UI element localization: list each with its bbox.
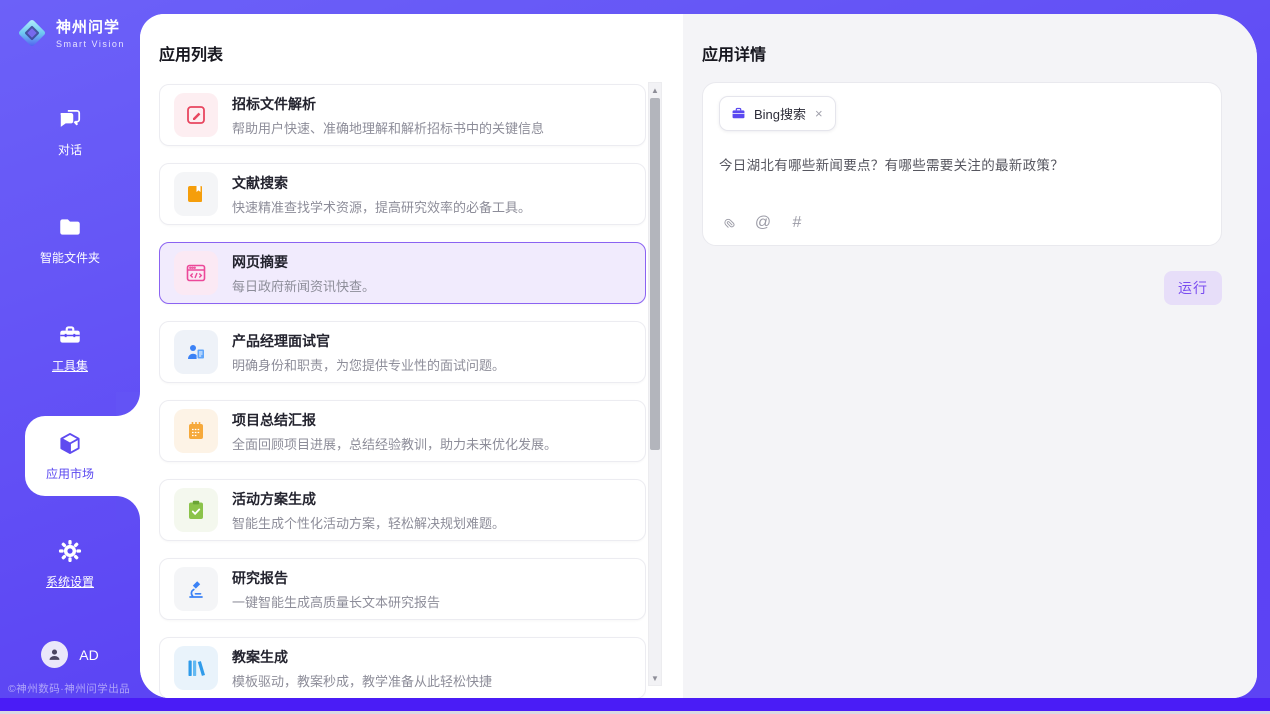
app-description: 智能生成个性化活动方案，轻松解决规划难题。: [232, 513, 505, 532]
copyright-footer: ©神州数码·神州问学出品: [8, 681, 130, 696]
app-title: 教案生成: [232, 647, 492, 667]
notch-curve-top: [116, 392, 140, 416]
list-item[interactable]: 项目总结汇报 全面回顾项目进展，总结经验教训，助力未来优化发展。: [159, 400, 646, 462]
list-item[interactable]: 文献搜索 快速精准查找学术资源，提高研究效率的必备工具。: [159, 163, 646, 225]
app-list-title: 应用列表: [159, 41, 223, 65]
input-toolbar: @ #: [720, 214, 806, 232]
main-content: 应用列表 招标文件解析 帮助用户快速、准确地理解和解析招标书中的关键信息: [140, 14, 1257, 698]
app-description: 一键智能生成高质量长文本研究报告: [232, 592, 440, 611]
mention-icon[interactable]: @: [754, 214, 772, 232]
scroll-down-icon[interactable]: ▼: [649, 671, 661, 685]
brand-diamond-icon: [16, 17, 48, 49]
list-scrollbar[interactable]: ▲ ▼: [648, 82, 662, 686]
app-title: 招标文件解析: [232, 94, 544, 114]
app-title: 活动方案生成: [232, 489, 505, 509]
note-icon: [174, 409, 218, 453]
bottom-accent-strip: [0, 698, 1270, 711]
folder-icon: [57, 214, 83, 240]
books-icon: [174, 646, 218, 690]
query-input-card[interactable]: Bing搜索 × 今日湖北有哪些新闻要点？有哪些需要关注的最新政策？ @ #: [702, 82, 1222, 246]
list-item[interactable]: 产品经理面试官 明确身份和职责，为您提供专业性的面试问题。: [159, 321, 646, 383]
app-description: 快速精准查找学术资源，提高研究效率的必备工具。: [232, 197, 531, 216]
sidebar-item-label: 系统设置: [46, 573, 94, 590]
user-name: AD: [79, 647, 98, 663]
app-title: 网页摘要: [232, 252, 375, 272]
list-item[interactable]: 研究报告 一键智能生成高质量长文本研究报告: [159, 558, 646, 620]
list-item[interactable]: 招标文件解析 帮助用户快速、准确地理解和解析招标书中的关键信息: [159, 84, 646, 146]
sidebar-item-chat[interactable]: 对话: [0, 78, 140, 186]
app-description: 明确身份和职责，为您提供专业性的面试问题。: [232, 355, 505, 374]
brand-subtitle: Smart Vision: [56, 39, 125, 49]
cube-icon: [57, 430, 83, 456]
sidebar-nav: 对话 智能文件夹 工具集: [0, 78, 140, 618]
briefcase-icon: [731, 106, 746, 121]
notch-curve-bottom: [116, 496, 140, 520]
sidebar-item-label: 工具集: [52, 357, 88, 374]
gear-icon: [57, 538, 83, 564]
brand-logo: 神州问学 Smart Vision: [0, 0, 140, 49]
toolbox-icon: [57, 322, 83, 348]
app-description: 模板驱动，教案秒成，教学准备从此轻松快捷: [232, 671, 492, 690]
list-item-selected[interactable]: 网页摘要 每日政府新闻资讯快查。: [159, 242, 646, 304]
hash-icon[interactable]: #: [788, 214, 806, 232]
clipboard-icon: [174, 488, 218, 532]
run-button[interactable]: 运行: [1164, 271, 1222, 305]
sidebar-item-smart-folder[interactable]: 智能文件夹: [0, 186, 140, 294]
sidebar-item-app-market[interactable]: 应用市场: [0, 402, 140, 510]
interviewer-icon: [174, 330, 218, 374]
sidebar-item-settings[interactable]: 系统设置: [0, 510, 140, 618]
scroll-up-icon[interactable]: ▲: [649, 83, 661, 97]
book-icon: [174, 172, 218, 216]
sidebar-item-label: 应用市场: [46, 465, 94, 482]
browser-icon: [174, 251, 218, 295]
chat-icon: [57, 106, 83, 132]
avatar: [41, 641, 68, 668]
query-text[interactable]: 今日湖北有哪些新闻要点？有哪些需要关注的最新政策？: [719, 154, 1205, 174]
brand-name: 神州问学: [56, 16, 125, 37]
app-description: 帮助用户快速、准确地理解和解析招标书中的关键信息: [232, 118, 544, 137]
app-detail-title: 应用详情: [702, 41, 766, 65]
user-account[interactable]: AD: [0, 641, 140, 668]
app-title: 项目总结汇报: [232, 410, 557, 430]
app-list-panel: 应用列表 招标文件解析 帮助用户快速、准确地理解和解析招标书中的关键信息: [140, 14, 683, 698]
close-icon[interactable]: ×: [814, 107, 824, 120]
microscope-icon: [174, 567, 218, 611]
app-title: 研究报告: [232, 568, 440, 588]
scrollbar-thumb[interactable]: [650, 98, 660, 450]
app-title: 文献搜索: [232, 173, 531, 193]
sidebar: 神州问学 Smart Vision 对话 智能文件夹: [0, 0, 140, 698]
run-row: 运行: [1164, 271, 1222, 305]
sidebar-item-label: 对话: [58, 141, 82, 158]
app-list: 招标文件解析 帮助用户快速、准确地理解和解析招标书中的关键信息 文献搜索 快速精…: [159, 82, 646, 698]
tool-chip-bing-search[interactable]: Bing搜索 ×: [719, 96, 836, 131]
app-title: 产品经理面试官: [232, 331, 505, 351]
app-description: 全面回顾项目进展，总结经验教训，助力未来优化发展。: [232, 434, 557, 453]
app-detail-panel: 应用详情 Bing搜索 × 今日湖北有哪些新闻要点？有哪些需要关注的最新政策？: [683, 14, 1257, 698]
list-item[interactable]: 活动方案生成 智能生成个性化活动方案，轻松解决规划难题。: [159, 479, 646, 541]
app-description: 每日政府新闻资讯快查。: [232, 276, 375, 295]
tool-chip-label: Bing搜索: [754, 104, 806, 123]
edit-icon: [174, 93, 218, 137]
list-item[interactable]: 教案生成 模板驱动，教案秒成，教学准备从此轻松快捷: [159, 637, 646, 698]
paperclip-icon[interactable]: [720, 214, 738, 232]
sidebar-item-toolset[interactable]: 工具集: [0, 294, 140, 402]
sidebar-item-label: 智能文件夹: [40, 249, 100, 266]
